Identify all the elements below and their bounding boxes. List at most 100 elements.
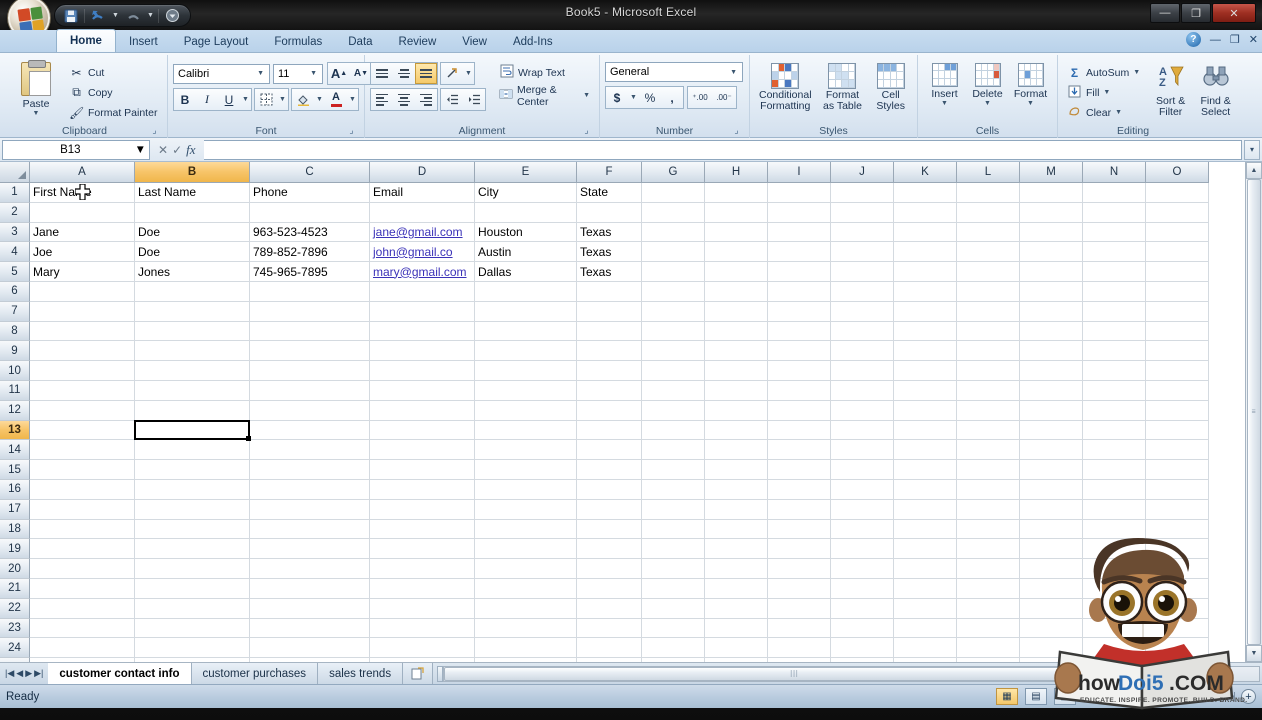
row-header-19[interactable]: 19 [0, 539, 30, 560]
cell-C16[interactable] [250, 479, 370, 500]
cell-I10[interactable] [768, 361, 831, 381]
cell-G17[interactable] [642, 499, 705, 520]
scroll-down-button[interactable]: ▼ [1246, 645, 1262, 662]
row-header-4[interactable]: 4 [0, 242, 30, 263]
cell-K1[interactable] [894, 183, 957, 203]
cell-C22[interactable] [250, 598, 370, 619]
cell-A25[interactable] [30, 658, 135, 662]
cell-K12[interactable] [894, 400, 957, 421]
cell-A17[interactable] [30, 499, 135, 520]
row-header-15[interactable]: 15 [0, 460, 30, 480]
row-header-25[interactable]: 25 [0, 658, 30, 662]
cell-F8[interactable] [577, 321, 642, 342]
cell-F21[interactable] [577, 578, 642, 599]
cell-E4[interactable]: Austin [475, 242, 577, 263]
first-sheet-button[interactable]: |◀ [5, 668, 14, 679]
cell-C7[interactable] [250, 301, 370, 322]
cell-J17[interactable] [831, 499, 894, 520]
cell-O25[interactable] [1146, 658, 1209, 662]
cell-B15[interactable] [135, 460, 250, 480]
cell-G15[interactable] [642, 460, 705, 480]
cell-F25[interactable] [577, 658, 642, 662]
cell-D15[interactable] [370, 460, 475, 480]
cell-L9[interactable] [957, 341, 1020, 362]
cell-N18[interactable] [1083, 519, 1146, 540]
cell-E16[interactable] [475, 479, 577, 500]
format-painter-button[interactable]: 🖌 Format Painter [65, 103, 161, 122]
cell-I5[interactable] [768, 262, 831, 282]
cell-C25[interactable] [250, 658, 370, 662]
cell-area[interactable]: First Name Last Name Phone Email City State Ja… [30, 183, 1245, 662]
accounting-format-button[interactable]: $ [606, 87, 628, 108]
column-header-H[interactable]: H [705, 162, 768, 183]
cell-N8[interactable] [1083, 321, 1146, 342]
cell-O21[interactable] [1146, 578, 1209, 599]
cell-E12[interactable] [475, 400, 577, 421]
cell-K9[interactable] [894, 341, 957, 362]
cell-L13[interactable] [957, 420, 1020, 441]
cell-G16[interactable] [642, 479, 705, 500]
sheet-tab-sales-trends[interactable]: sales trends [318, 663, 404, 684]
cell-D18[interactable] [370, 519, 475, 540]
underline-button[interactable]: U [218, 89, 240, 110]
select-all-corner[interactable] [0, 162, 30, 183]
cell-C13[interactable] [250, 420, 370, 441]
row-header-18[interactable]: 18 [0, 519, 30, 540]
cell-E2[interactable] [475, 202, 577, 223]
cell-D1[interactable]: Email [370, 183, 475, 203]
cell-G11[interactable] [642, 380, 705, 401]
cell-N5[interactable] [1083, 262, 1146, 282]
cell-A10[interactable] [30, 361, 135, 381]
row-header-13[interactable]: 13 [0, 420, 30, 441]
cell-E14[interactable] [475, 440, 577, 461]
cell-B21[interactable] [135, 578, 250, 599]
cell-C17[interactable] [250, 499, 370, 520]
cell-H2[interactable] [705, 202, 768, 223]
cell-H22[interactable] [705, 598, 768, 619]
cell-G21[interactable] [642, 578, 705, 599]
cell-E7[interactable] [475, 301, 577, 322]
window-restore-button[interactable]: ❐ [1181, 3, 1211, 23]
prev-sheet-button[interactable]: ◀ [16, 668, 23, 679]
cell-H9[interactable] [705, 341, 768, 362]
cell-L5[interactable] [957, 262, 1020, 282]
cell-M18[interactable] [1020, 519, 1083, 540]
cell-C24[interactable] [250, 638, 370, 659]
row-header-20[interactable]: 20 [0, 559, 30, 579]
cell-D23[interactable] [370, 618, 475, 639]
cell-J18[interactable] [831, 519, 894, 540]
tab-formulas[interactable]: Formulas [261, 31, 335, 52]
cell-N14[interactable] [1083, 440, 1146, 461]
cell-N1[interactable] [1083, 183, 1146, 203]
row-header-21[interactable]: 21 [0, 578, 30, 599]
cell-A16[interactable] [30, 479, 135, 500]
cell-H18[interactable] [705, 519, 768, 540]
cell-F23[interactable] [577, 618, 642, 639]
cell-E17[interactable] [475, 499, 577, 520]
fill-button[interactable]: Fill ▼ [1063, 83, 1144, 102]
grow-font-button[interactable]: A ▲ [328, 63, 350, 84]
cell-D13[interactable] [370, 420, 475, 441]
scroll-up-button[interactable]: ▲ [1246, 162, 1262, 179]
cell-N25[interactable] [1083, 658, 1146, 662]
cell-O20[interactable] [1146, 559, 1209, 579]
horizontal-scroll-thumb[interactable]: ||| [444, 666, 1145, 681]
cell-E19[interactable] [475, 539, 577, 560]
cell-F11[interactable] [577, 380, 642, 401]
cell-G23[interactable] [642, 618, 705, 639]
alignment-dialog-launcher[interactable]: ⌟ [581, 125, 592, 136]
row-header-23[interactable]: 23 [0, 618, 30, 639]
cell-G6[interactable] [642, 281, 705, 302]
undo-dropdown-icon[interactable]: ▼ [111, 7, 120, 25]
cell-M11[interactable] [1020, 380, 1083, 401]
cell-O5[interactable] [1146, 262, 1209, 282]
format-cells-button[interactable]: Format ▼ [1009, 61, 1052, 109]
cell-A2[interactable] [30, 202, 135, 223]
column-header-C[interactable]: C [250, 162, 370, 183]
cell-F5[interactable]: Texas [577, 262, 642, 282]
cell-J10[interactable] [831, 361, 894, 381]
cell-C6[interactable] [250, 281, 370, 302]
cell-E10[interactable] [475, 361, 577, 381]
row-header-14[interactable]: 14 [0, 440, 30, 461]
cell-B24[interactable] [135, 638, 250, 659]
